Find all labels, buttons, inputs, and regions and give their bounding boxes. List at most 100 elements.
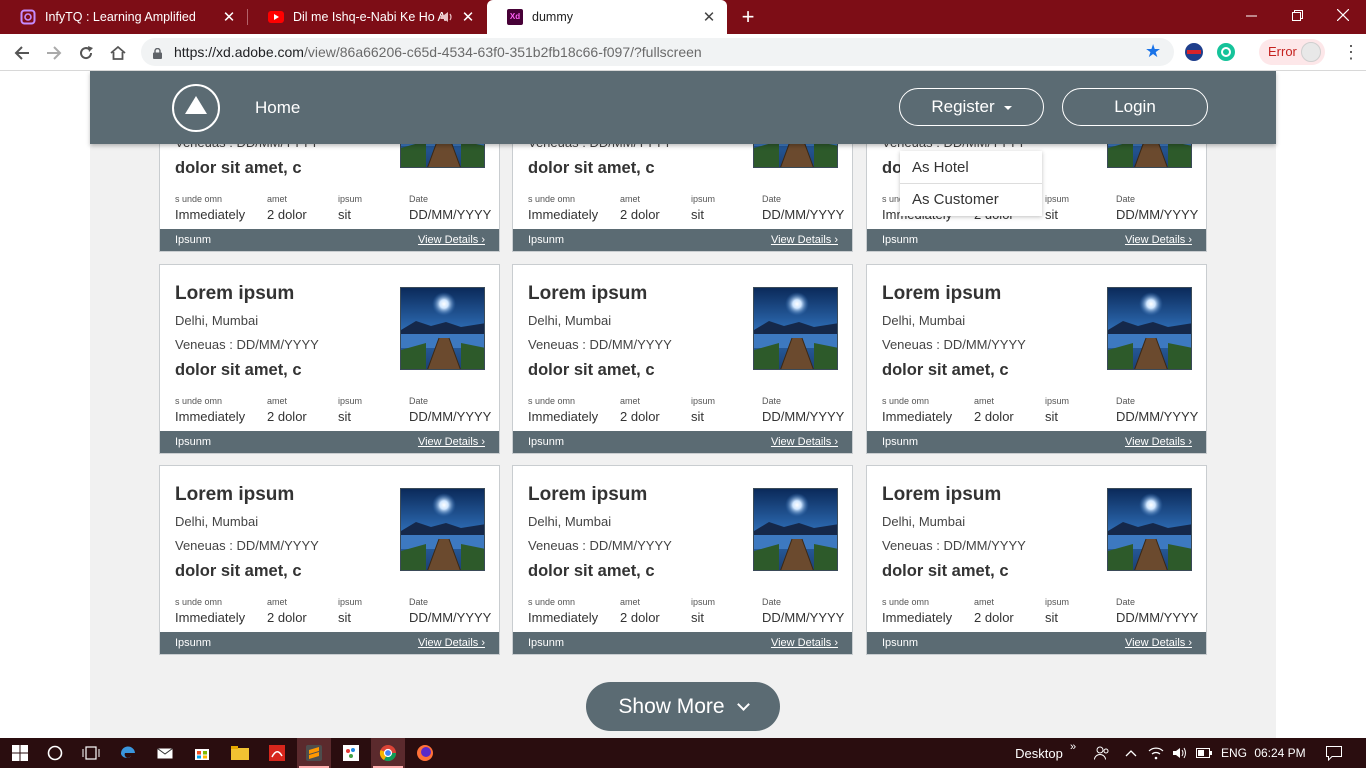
card-footer: Ipsunm View Details › xyxy=(513,431,852,453)
url-text: https://xd.adobe.com/view/86a66206-c65d-… xyxy=(174,44,702,60)
card-meta-2: amet2 dolor xyxy=(620,194,660,222)
card-footer-label: Ipsunm xyxy=(882,234,919,246)
chrome-icon[interactable] xyxy=(371,738,405,768)
toolbar-expand-icon[interactable]: » xyxy=(1066,738,1080,768)
card-image xyxy=(400,488,485,571)
back-arrow-icon[interactable] xyxy=(10,41,34,65)
card-location: Delhi, Mumbai xyxy=(528,313,612,328)
edge-browser-icon[interactable] xyxy=(113,738,143,768)
desktop-toolbar[interactable]: Desktop xyxy=(1012,738,1066,768)
hotel-card: Lorem ipsum Delhi, Mumbai Veneuas : DD/MM/… xyxy=(159,264,500,454)
card-subtitle: dolor sit amet, c xyxy=(882,562,1009,580)
view-details-link[interactable]: View Details › xyxy=(1125,637,1192,649)
card-meta-2: amet2 dolor xyxy=(974,396,1014,424)
card-footer: Ipsunm View Details › xyxy=(867,229,1206,251)
card-location: Delhi, Mumbai xyxy=(882,313,966,328)
wifi-icon[interactable] xyxy=(1146,738,1166,768)
view-details-link[interactable]: View Details › xyxy=(418,436,485,448)
task-view-icon[interactable] xyxy=(76,738,106,768)
card-meta-2: amet2 dolor xyxy=(620,597,660,625)
hotel-card: Lorem ipsum Delhi, Mumbai Veneuas : DD/MM/… xyxy=(866,465,1207,655)
login-button[interactable]: Login xyxy=(1062,88,1208,126)
language-indicator[interactable]: ENG xyxy=(1218,738,1250,768)
chevron-up-icon[interactable] xyxy=(1122,738,1140,768)
view-details-link[interactable]: View Details › xyxy=(1125,436,1192,448)
close-window-button[interactable] xyxy=(1320,0,1366,30)
card-meta-3: ipsum sit xyxy=(1045,194,1070,222)
card-meta-3: ipsum sit xyxy=(691,597,716,625)
card-footer-label: Ipsunm xyxy=(175,234,212,246)
acrobat-icon[interactable] xyxy=(261,738,293,768)
card-footer: Ipsunm View Details › xyxy=(513,632,852,654)
view-details-link[interactable]: View Details › xyxy=(1125,234,1192,246)
address-bar[interactable]: https://xd.adobe.com/view/86a66206-c65d-… xyxy=(141,38,1174,66)
view-details-link[interactable]: View Details › xyxy=(418,234,485,246)
minimize-button[interactable] xyxy=(1228,0,1274,30)
tab-youtube[interactable]: Dil me Ishq-e-Nabi Ke Ho Ashiq ✕ xyxy=(248,0,486,34)
sublime-text-icon[interactable] xyxy=(297,738,331,768)
card-meta-3: ipsum sit xyxy=(691,396,716,424)
youtube-icon xyxy=(268,9,284,25)
windows-start-icon[interactable] xyxy=(0,738,40,768)
card-footer: Ipsunm View Details › xyxy=(867,632,1206,654)
profile-error-button[interactable]: Error xyxy=(1259,39,1325,65)
restore-button[interactable] xyxy=(1274,0,1320,30)
tab-infytq[interactable]: InfyTQ : Learning Amplified ✕ xyxy=(0,0,247,34)
card-footer: Ipsunm View Details › xyxy=(160,431,499,453)
card-venue: Veneuas : DD/MM/YYYY xyxy=(528,538,672,553)
battery-icon[interactable] xyxy=(1194,738,1214,768)
audio-playing-icon[interactable] xyxy=(440,10,454,27)
extension-icon[interactable] xyxy=(1185,43,1203,61)
close-tab-icon[interactable]: ✕ xyxy=(221,9,237,26)
card-image xyxy=(1107,287,1192,370)
reload-icon[interactable] xyxy=(74,41,98,65)
paint-icon[interactable] xyxy=(335,738,367,768)
card-meta-4: Date DD/MM/YYYY xyxy=(762,396,845,424)
clock[interactable]: 06:24 PM xyxy=(1254,738,1306,768)
card-subtitle: dolor sit amet, c xyxy=(175,159,302,177)
nav-home[interactable]: Home xyxy=(255,98,300,118)
card-title: Lorem ipsum xyxy=(175,283,295,304)
infytq-icon xyxy=(20,9,36,25)
card-footer-label: Ipsunm xyxy=(528,436,565,448)
forward-arrow-icon[interactable] xyxy=(42,41,66,65)
bookmark-star-icon[interactable]: ★ xyxy=(1145,41,1161,62)
view-details-link[interactable]: View Details › xyxy=(771,234,838,246)
show-more-button[interactable]: Show More xyxy=(586,682,780,731)
dropdown-item-as-customer[interactable]: As Customer xyxy=(912,191,999,208)
home-icon[interactable] xyxy=(106,41,130,65)
close-tab-icon[interactable]: ✕ xyxy=(460,9,476,26)
search-icon[interactable] xyxy=(40,738,70,768)
store-icon[interactable] xyxy=(187,738,217,768)
new-tab-button[interactable]: + xyxy=(737,6,759,28)
card-meta-1: s unde omnImmediately xyxy=(175,194,246,222)
card-location: Delhi, Mumbai xyxy=(175,514,259,529)
logo[interactable] xyxy=(172,84,220,132)
grammarly-icon[interactable] xyxy=(1217,43,1235,61)
card-meta-4: Date DD/MM/YYYY xyxy=(1116,396,1199,424)
menu-kebab-icon[interactable]: ⋮ xyxy=(1342,42,1360,62)
volume-icon[interactable] xyxy=(1170,738,1190,768)
close-tab-icon[interactable]: ✕ xyxy=(701,9,717,26)
card-subtitle: dolor sit amet, c xyxy=(175,562,302,580)
card-meta-3: ipsum sit xyxy=(338,194,363,222)
view-details-link[interactable]: View Details › xyxy=(771,637,838,649)
view-details-link[interactable]: View Details › xyxy=(418,637,485,649)
hotel-card: Lorem ipsum Delhi, Mumbai Veneuas : DD/MM/… xyxy=(866,264,1207,454)
mail-icon[interactable] xyxy=(150,738,180,768)
firefox-icon[interactable] xyxy=(409,738,441,768)
dropdown-item-as-hotel[interactable]: As Hotel xyxy=(912,159,969,176)
card-meta-4: Date DD/MM/YYYY xyxy=(409,396,492,424)
file-explorer-icon[interactable] xyxy=(224,738,256,768)
card-venue: Veneuas : DD/MM/YYYY xyxy=(882,337,1026,352)
card-footer-label: Ipsunm xyxy=(528,637,565,649)
browser-toolbar: https://xd.adobe.com/view/86a66206-c65d-… xyxy=(0,34,1366,71)
view-details-link[interactable]: View Details › xyxy=(771,436,838,448)
tab-title: Dil me Ishq-e-Nabi Ke Ho Ashiq xyxy=(293,10,448,24)
people-icon[interactable] xyxy=(1092,738,1112,768)
notifications-icon[interactable] xyxy=(1318,738,1350,768)
register-button[interactable]: Register xyxy=(899,88,1044,126)
card-subtitle: dolor sit amet, c xyxy=(528,562,655,580)
tab-dummy[interactable]: Xd dummy ✕ xyxy=(487,0,727,34)
card-footer-label: Ipsunm xyxy=(882,436,919,448)
